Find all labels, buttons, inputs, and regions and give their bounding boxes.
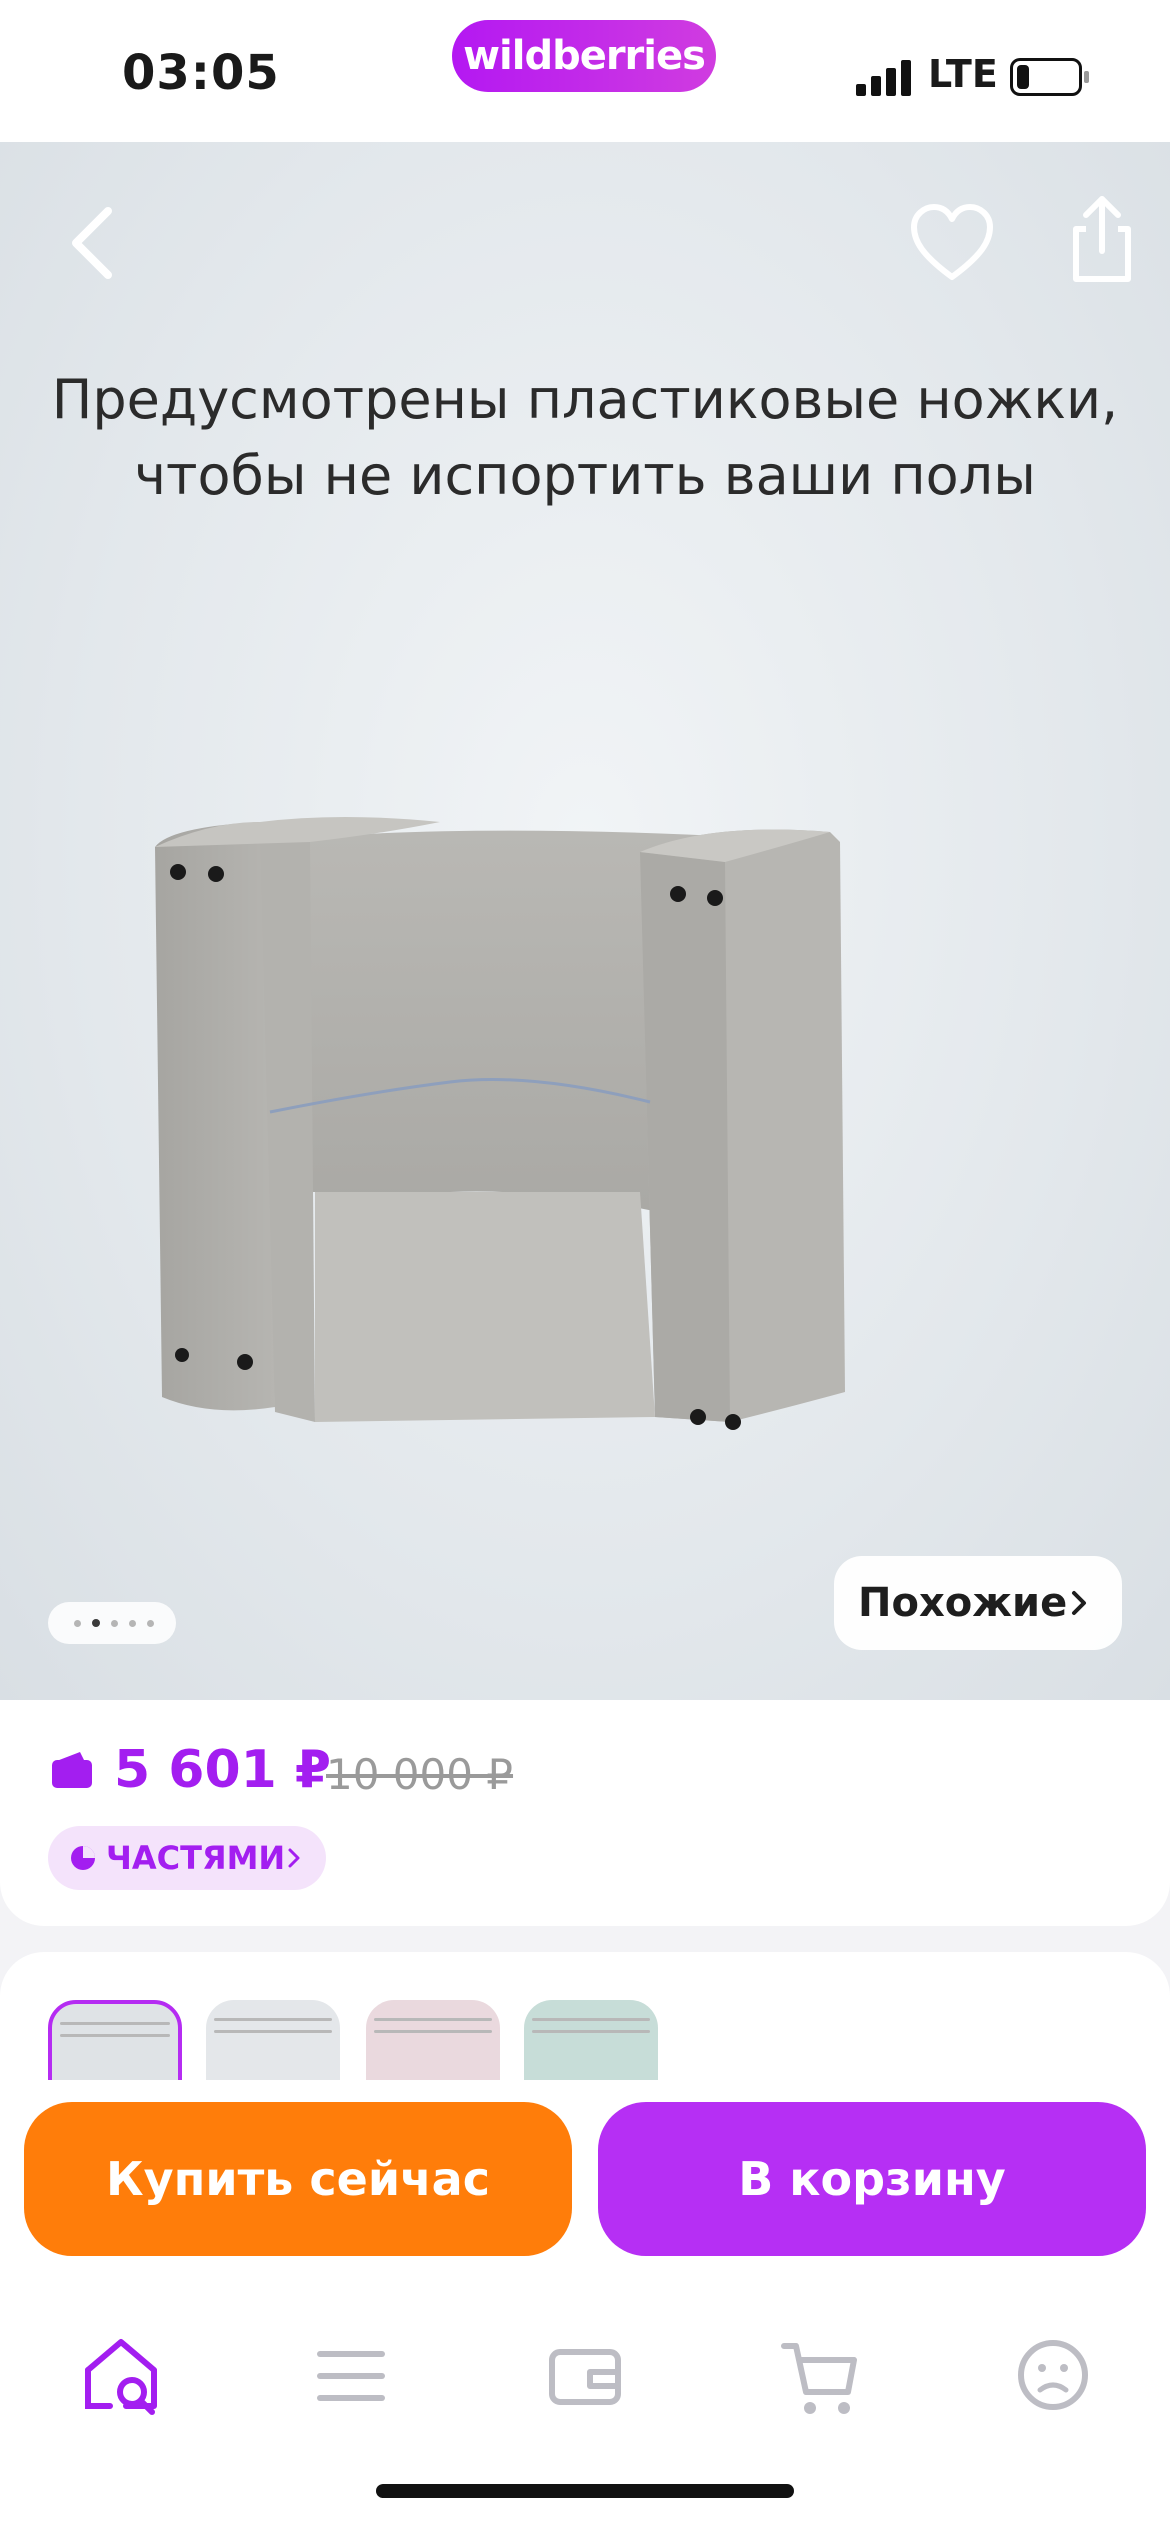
caption-line-2: чтобы не испортить ваши полы — [134, 444, 1036, 507]
share-button[interactable] — [1046, 188, 1146, 288]
tab-catalog[interactable] — [296, 2320, 406, 2430]
pie-chart-icon — [71, 1846, 95, 1870]
old-price: 10 000 ₽ — [326, 1750, 514, 1799]
tab-cart[interactable] — [764, 2320, 874, 2430]
back-button[interactable] — [40, 192, 140, 292]
cart-icon — [781, 2343, 857, 2414]
chevron-right-icon — [1072, 1591, 1086, 1615]
installments-label: ЧАСТЯМИ — [106, 1839, 286, 1877]
tab-home[interactable] — [66, 2320, 176, 2430]
share-icon — [1073, 196, 1131, 282]
menu-icon — [317, 2351, 385, 2401]
buy-now-button[interactable]: Купить сейчас — [24, 2102, 572, 2256]
add-to-cart-button[interactable]: В корзину — [598, 2102, 1146, 2256]
profile-icon — [1018, 2340, 1088, 2410]
battery-icon — [1010, 58, 1089, 96]
installments-button[interactable]: ЧАСТЯМИ — [48, 1826, 326, 1890]
home-indicator — [376, 2484, 794, 2498]
similar-button[interactable]: Похожие — [834, 1556, 1122, 1650]
chevron-right-icon — [288, 1848, 300, 1868]
home-search-icon — [85, 2339, 157, 2415]
tab-profile[interactable] — [998, 2320, 1108, 2430]
similar-label: Похожие — [858, 1580, 1068, 1626]
tab-wallet[interactable] — [530, 2320, 640, 2430]
current-price: 5 601 ₽ — [114, 1740, 332, 1800]
favorite-button[interactable] — [896, 192, 996, 292]
product-image-caption: Предусмотрены пластиковые ножки, чтобы н… — [0, 362, 1170, 514]
network-label: LTE — [928, 52, 998, 96]
product-image — [155, 817, 845, 1430]
signal-icon — [856, 60, 912, 96]
wallet-icon — [549, 2349, 621, 2405]
caption-line-1: Предусмотрены пластиковые ножки, — [51, 368, 1119, 431]
chevron-left-icon — [72, 207, 112, 279]
status-time: 03:05 — [122, 45, 280, 101]
gallery-pagination — [48, 1602, 176, 1644]
heart-icon — [911, 204, 993, 280]
status-bar: 03:05 wildberries LTE — [0, 0, 1170, 142]
brand-logo: wildberries — [452, 20, 716, 92]
purchase-bar: Купить сейчас В корзину — [0, 2080, 1170, 2300]
wallet-icon — [52, 1752, 92, 1788]
price-section: 5 601 ₽ 10 000 ₽ ЧАСТЯМИ — [0, 1700, 1170, 1926]
product-gallery[interactable]: Предусмотрены пластиковые ножки, чтобы н… — [0, 142, 1170, 1700]
